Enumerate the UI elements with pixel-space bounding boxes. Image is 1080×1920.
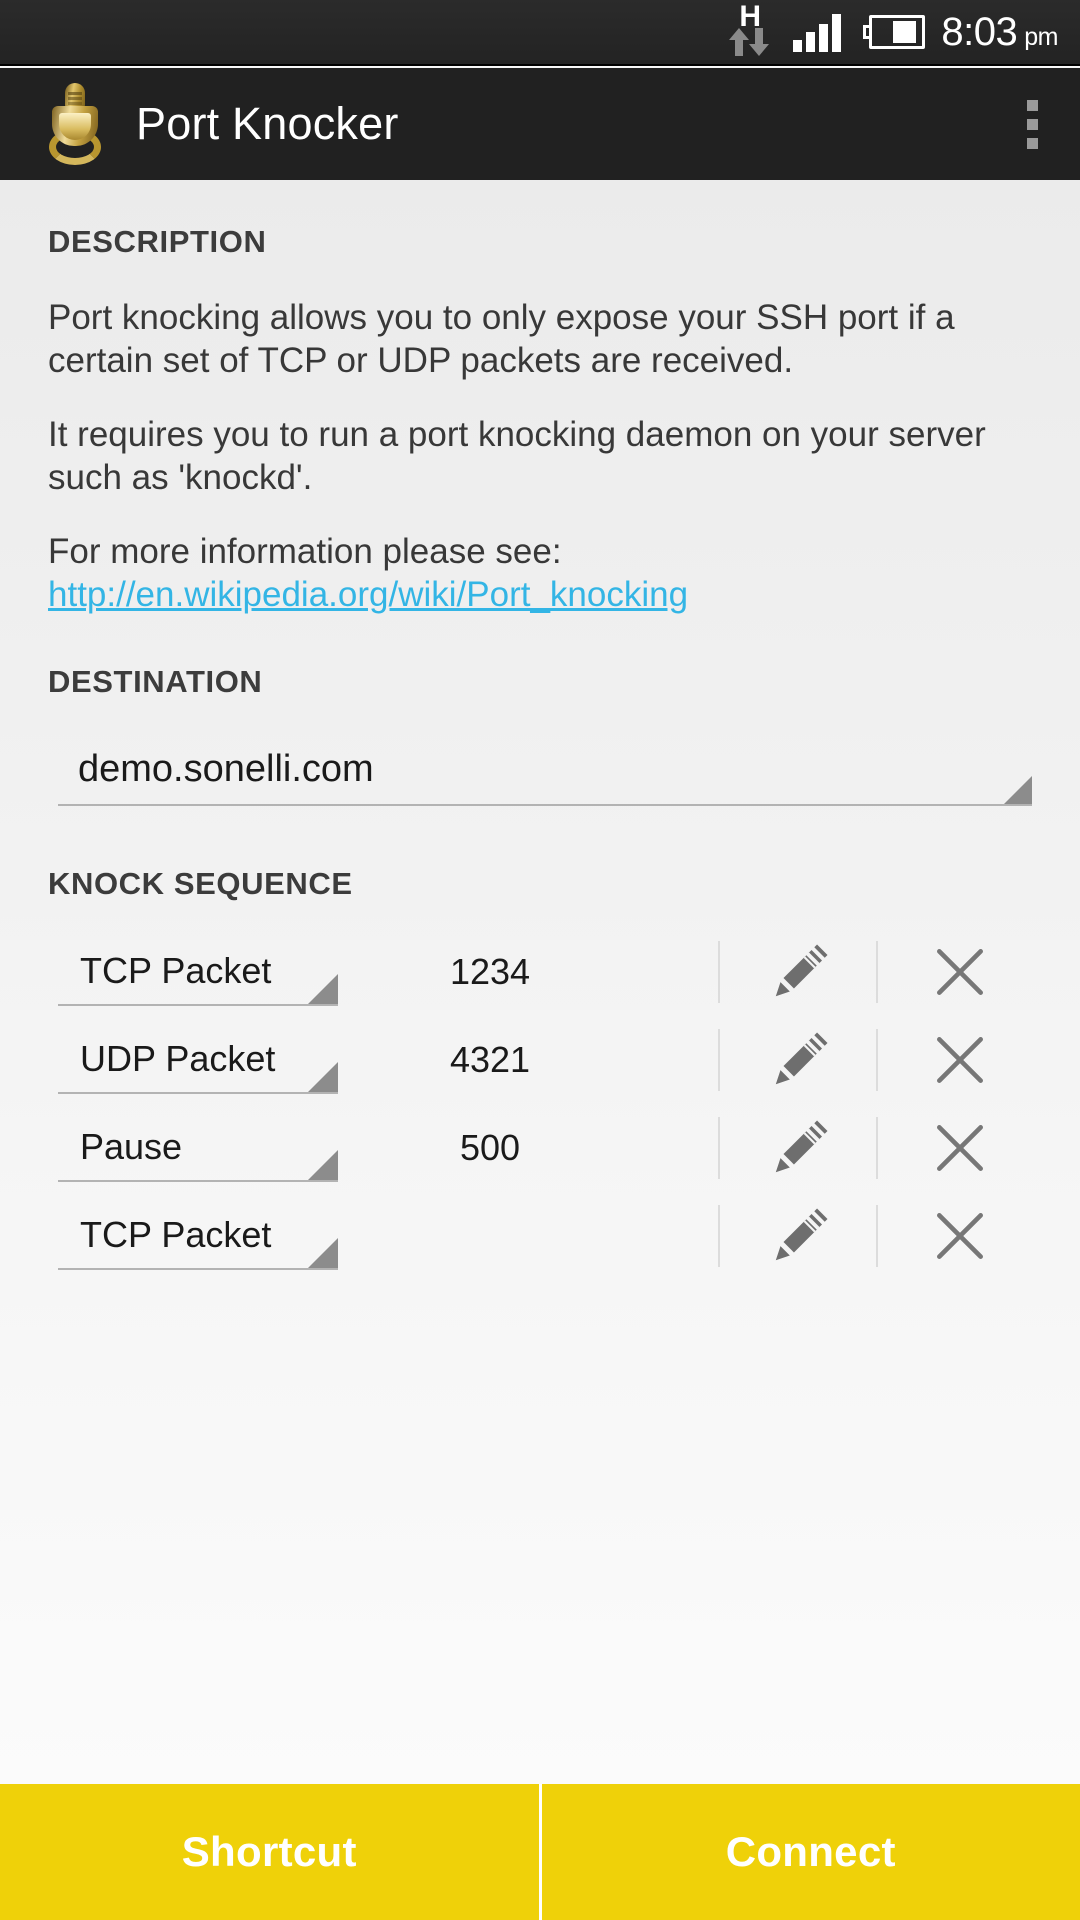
- battery-icon: [863, 15, 926, 49]
- status-icons: H 8:03 pm: [717, 2, 1058, 60]
- knock-type-spinner[interactable]: TCP Packet: [58, 1202, 338, 1271]
- wikipedia-link[interactable]: http://en.wikipedia.org/wiki/Port_knocki…: [48, 573, 1032, 616]
- knock-type-spinner[interactable]: UDP Packet: [58, 1026, 338, 1095]
- pencil-icon[interactable]: [758, 1106, 842, 1190]
- main-content: DESCRIPTION Port knocking allows you to …: [0, 180, 1080, 1784]
- row-divider: [876, 941, 878, 1004]
- pencil-icon[interactable]: [758, 930, 842, 1014]
- status-bar-clock: 8:03 pm: [941, 12, 1058, 52]
- pencil-icon[interactable]: [758, 1194, 842, 1278]
- row-divider: [718, 1029, 720, 1092]
- knock-value: 1234: [449, 951, 531, 993]
- pencil-icon[interactable]: [758, 1018, 842, 1102]
- knock-type-spinner[interactable]: Pause: [58, 1114, 338, 1183]
- spinner-caret-icon: [308, 1238, 338, 1269]
- row-divider: [718, 1205, 720, 1268]
- close-x-icon[interactable]: [918, 1194, 1002, 1278]
- knock-type-value: TCP Packet: [80, 1214, 272, 1256]
- close-x-icon[interactable]: [918, 1018, 1002, 1102]
- row-divider: [718, 1117, 720, 1180]
- knock-sequence-section-header: KNOCK SEQUENCE: [48, 866, 353, 902]
- knock-value: 4321: [449, 1039, 531, 1081]
- link-lead-text: For more information please see:: [48, 531, 562, 571]
- spinner-caret-icon: [308, 1062, 338, 1093]
- destination-selected-value: demo.sonelli.com: [78, 747, 374, 790]
- knock-sequence-list: TCP Packet 1234 UDP Packet 4321 Pause 50…: [0, 928, 1080, 1280]
- row-divider: [876, 1205, 878, 1268]
- knock-row: TCP Packet 1234: [0, 928, 1080, 1016]
- spinner-caret-icon: [308, 1150, 338, 1181]
- knock-type-value: Pause: [80, 1126, 183, 1168]
- action-bar: Port Knocker: [0, 68, 1080, 180]
- spinner-caret-icon: [308, 974, 338, 1005]
- door-knocker-icon: [48, 83, 102, 165]
- signal-bars-icon: [793, 12, 845, 52]
- row-divider: [876, 1117, 878, 1180]
- hspa-data-icon: H: [717, 2, 779, 60]
- knock-row: TCP Packet: [0, 1192, 1080, 1280]
- knock-type-spinner[interactable]: TCP Packet: [58, 938, 338, 1007]
- clock-time: 8:03: [941, 10, 1018, 54]
- close-x-icon[interactable]: [918, 930, 1002, 1014]
- description-section-header: DESCRIPTION: [48, 224, 267, 259]
- description-paragraph-1: Port knocking allows you to only expose …: [48, 298, 955, 381]
- description-link-block: For more information please see: http://…: [0, 530, 1080, 617]
- knock-type-value: UDP Packet: [80, 1038, 276, 1080]
- knock-value: 500: [459, 1127, 521, 1169]
- clock-ampm: pm: [1024, 23, 1058, 51]
- description-paragraph-2: It requires you to run a port knocking d…: [48, 414, 986, 498]
- connect-button[interactable]: Connect: [541, 1784, 1080, 1920]
- row-divider: [876, 1029, 878, 1092]
- knock-row: UDP Packet 4321: [0, 1016, 1080, 1104]
- app-title: Port Knocker: [136, 98, 399, 149]
- close-x-icon[interactable]: [918, 1106, 1002, 1190]
- status-bar: H 8:03 pm: [0, 0, 1080, 66]
- spinner-caret-icon: [1004, 776, 1032, 805]
- knock-type-value: TCP Packet: [80, 950, 272, 992]
- knock-row: Pause 500: [0, 1104, 1080, 1192]
- row-divider: [718, 941, 720, 1004]
- destination-spinner[interactable]: demo.sonelli.com: [58, 734, 1032, 807]
- destination-section-header: DESTINATION: [48, 664, 263, 700]
- bottom-button-bar: Shortcut Connect: [0, 1784, 1080, 1920]
- overflow-menu-icon[interactable]: [984, 68, 1080, 180]
- shortcut-button[interactable]: Shortcut: [0, 1784, 539, 1920]
